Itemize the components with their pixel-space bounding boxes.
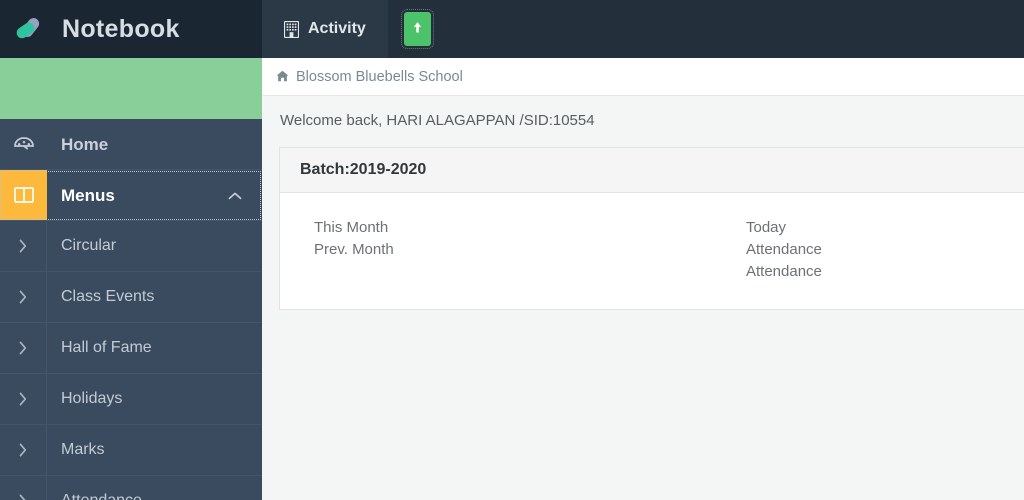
sidebar-item-menus-label: Menus — [61, 185, 115, 205]
stat-this-month: This Month — [314, 219, 389, 236]
sidebar-item-hall-of-fame-label: Hall of Fame — [61, 339, 152, 356]
sidebar-item-home[interactable]: Home — [0, 119, 262, 170]
sidebar: Home Menus Circular Class Events Hall of… — [0, 58, 262, 500]
sidebar-item-class-events-label: Class Events — [61, 288, 155, 305]
sidebar-item-marks-label: Marks — [61, 441, 105, 458]
arrow-up-icon — [412, 20, 423, 38]
chevron-right-icon — [0, 323, 47, 373]
chevron-right-icon — [0, 221, 47, 271]
stat-attendance-1: Attendance — [746, 241, 822, 258]
batch-panel-header: Batch:2019-2020 — [280, 148, 1024, 193]
chevron-right-icon — [0, 425, 47, 475]
sidebar-item-class-events[interactable]: Class Events — [0, 272, 262, 323]
breadcrumb-text[interactable]: Blossom Bluebells School — [296, 69, 463, 85]
breadcrumb: Blossom Bluebells School — [262, 58, 1024, 96]
stats-column-right: Today Attendance Attendance — [728, 217, 822, 283]
sidebar-banner — [0, 58, 262, 119]
batch-panel-body: This Month Prev. Month Today Attendance … — [280, 193, 1024, 309]
tab-activity-label: Activity — [308, 20, 366, 37]
stat-attendance-2: Attendance — [746, 263, 822, 280]
sidebar-item-holidays-label: Holidays — [61, 390, 123, 407]
brand-title: Notebook — [62, 14, 180, 43]
header-tabs: Activity — [262, 0, 389, 58]
dashboard-icon — [0, 119, 47, 169]
brand-logo-area[interactable]: Notebook — [0, 0, 262, 58]
sidebar-item-menus[interactable]: Menus — [0, 170, 262, 221]
sidebar-item-circular[interactable]: Circular — [0, 221, 262, 272]
sidebar-item-attendance[interactable]: Attendance — [0, 476, 262, 500]
stats-column-left: This Month Prev. Month — [280, 217, 728, 283]
top-header-bar: Notebook Activity — [0, 0, 1024, 58]
sidebar-item-circular-label: Circular — [61, 237, 117, 254]
stat-prev-month: Prev. Month — [314, 241, 394, 258]
stat-today: Today — [746, 219, 787, 236]
chevron-up-icon[interactable] — [228, 189, 242, 202]
sidebar-item-home-label: Home — [61, 134, 109, 154]
sidebar-item-holidays[interactable]: Holidays — [0, 374, 262, 425]
sidebar-item-hall-of-fame[interactable]: Hall of Fame — [0, 323, 262, 374]
building-icon — [283, 20, 300, 38]
upload-button-container — [388, 0, 447, 58]
main-content: Blossom Bluebells School Welcome back, H… — [262, 58, 1024, 500]
sidebar-item-marks[interactable]: Marks — [0, 425, 262, 476]
chevron-right-icon — [0, 374, 47, 424]
chevron-right-icon — [0, 476, 47, 500]
batch-panel-title: Batch:2019-2020 — [300, 161, 427, 178]
app-root: Notebook Activity Home Menus Circular Cl… — [0, 0, 1024, 500]
notebook-logo-icon — [14, 14, 48, 44]
sidebar-item-attendance-label: Attendance — [47, 493, 142, 500]
welcome-message: Welcome back, HARI ALAGAPPAN /SID:10554 — [280, 112, 595, 129]
tab-activity[interactable]: Activity — [262, 0, 389, 58]
batch-panel: Batch:2019-2020 This Month Prev. Month T… — [279, 147, 1024, 310]
home-icon[interactable] — [276, 70, 289, 84]
chevron-right-icon — [0, 272, 47, 322]
columns-icon — [0, 170, 47, 220]
upload-button[interactable] — [401, 9, 435, 49]
